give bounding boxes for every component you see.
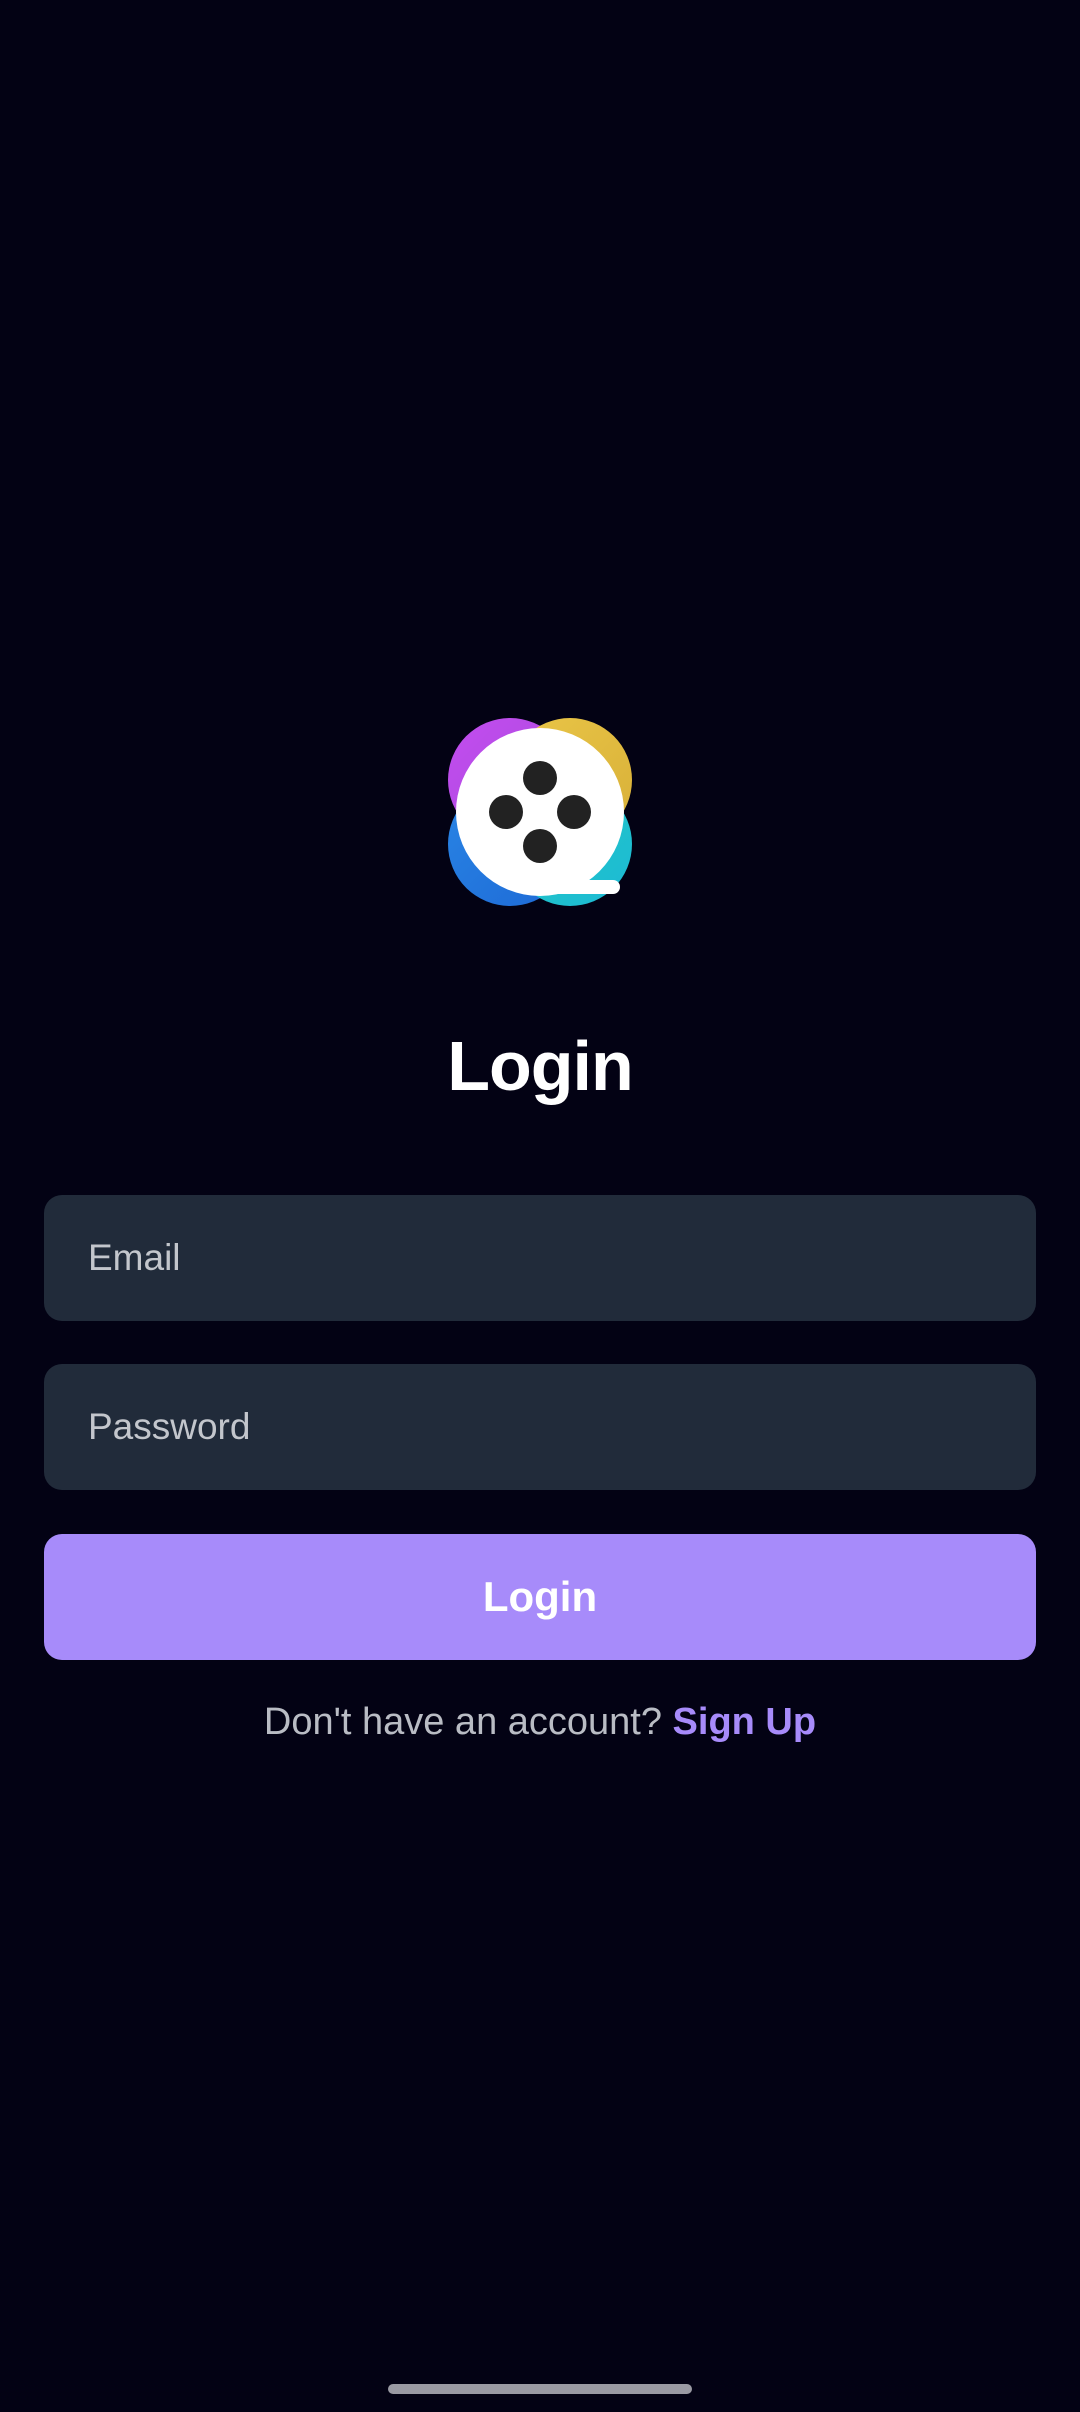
password-field[interactable] — [44, 1364, 1036, 1490]
home-indicator[interactable] — [388, 2384, 692, 2394]
login-button[interactable]: Login — [44, 1534, 1036, 1660]
signup-prompt: Don't have an account? — [263, 1701, 673, 1743]
email-field[interactable] — [44, 1195, 1036, 1321]
signup-row: Don't have an account? Sign Up — [0, 1696, 1080, 1748]
page-title: Login — [447, 1027, 633, 1105]
email-input[interactable] — [88, 1237, 992, 1279]
login-screen: Login Login Don't have an account? Sign … — [0, 0, 1080, 2412]
signup-link[interactable]: Sign Up — [673, 1701, 817, 1743]
password-input[interactable] — [88, 1406, 992, 1448]
film-reel-logo-icon — [448, 718, 632, 906]
app-logo — [440, 712, 640, 912]
